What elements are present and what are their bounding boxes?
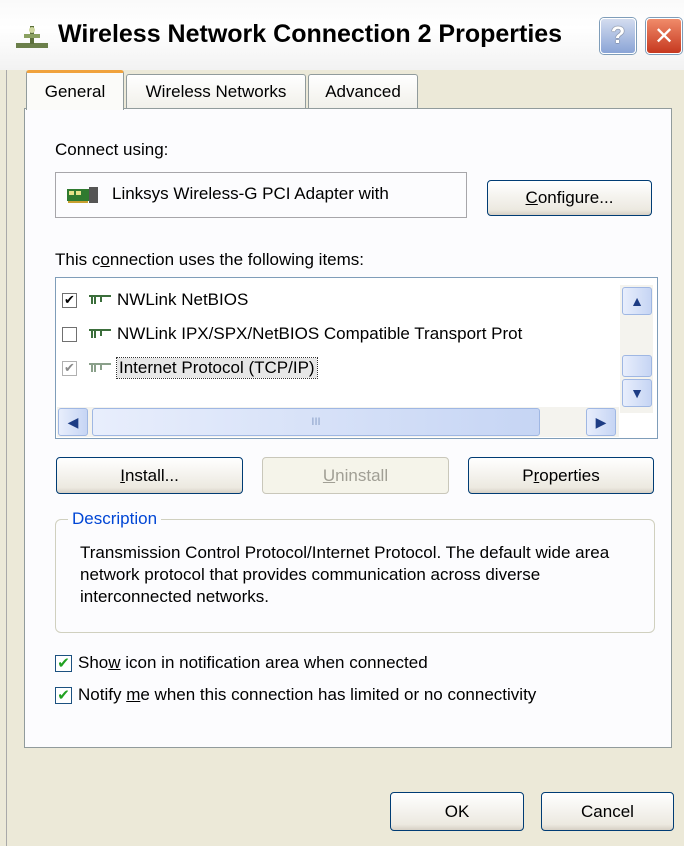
description-legend: Description: [68, 509, 162, 529]
configure-label-hotkey: C: [525, 188, 538, 207]
chevron-right-icon: ▶: [595, 413, 607, 430]
network-protocol-icon: [89, 329, 111, 338]
list-item[interactable]: ✔ NWLink NetBIOS: [62, 286, 248, 314]
properties-label-post: operties: [539, 465, 600, 485]
ok-button[interactable]: OK: [390, 792, 524, 831]
tab-wireless-networks[interactable]: Wireless Networks: [126, 74, 306, 108]
tab-general-label: General: [44, 81, 106, 101]
show-icon-label-post: icon in notification area when connected: [120, 653, 428, 672]
items-label-post: nnection uses the following items:: [109, 250, 365, 269]
network-adapter-icon: [67, 187, 98, 203]
item-checkbox[interactable]: ✔: [62, 360, 77, 376]
notify-label: Notify me when this connection has limit…: [78, 685, 536, 705]
horizontal-scroll-thumb[interactable]: III: [92, 408, 540, 436]
tab-advanced[interactable]: Advanced: [308, 74, 418, 108]
chevron-up-icon: ▲: [630, 293, 644, 309]
show-icon-checkbox[interactable]: ✔: [55, 654, 72, 672]
list-item[interactable]: ✔ Internet Protocol (TCP/IP): [62, 354, 318, 382]
item-label: NWLink IPX/SPX/NetBIOS Compatible Transp…: [117, 324, 523, 343]
notify-label-hotkey: m: [126, 685, 141, 704]
tab-wireless-networks-label: Wireless Networks: [145, 81, 287, 101]
item-checkbox[interactable]: [62, 326, 77, 342]
network-protocol-icon: [89, 363, 111, 372]
chevron-left-icon: ◀: [67, 413, 79, 430]
notify-label-post: e when this connection has limited or no…: [140, 685, 537, 704]
adapter-name: Linksys Wireless-G PCI Adapter with: [112, 184, 389, 203]
connect-using-label: Connect using:: [55, 140, 169, 159]
notify-option[interactable]: ✔ Notify me when this connection has lim…: [55, 685, 536, 705]
scroll-right-button[interactable]: ▶: [586, 408, 616, 436]
install-label-post: nstall...: [124, 465, 179, 485]
uninstall-label-post: ninstall: [335, 465, 389, 485]
window-frame-left: [0, 70, 7, 846]
items-label-hotkey: o: [100, 250, 110, 269]
configure-label-post: onfigure...: [537, 188, 614, 207]
uninstall-button[interactable]: Uninstall: [262, 457, 449, 494]
help-button[interactable]: ?: [600, 18, 636, 54]
show-icon-label-pre: Sho: [78, 653, 109, 672]
show-icon-option[interactable]: ✔ Show icon in notification area when co…: [55, 653, 428, 673]
configure-button[interactable]: Configure...: [487, 180, 652, 216]
notify-checkbox[interactable]: ✔: [55, 686, 72, 704]
list-item[interactable]: NWLink IPX/SPX/NetBIOS Compatible Transp…: [62, 320, 601, 348]
chevron-down-icon: ▼: [630, 385, 644, 401]
properties-button[interactable]: Pr operties: [468, 457, 654, 494]
grip-icon: III: [311, 416, 321, 428]
title-bar[interactable]: Wireless Network Connection 2 Properties…: [0, 0, 684, 70]
items-label-pre: This c: [55, 250, 101, 269]
close-button[interactable]: ✕: [646, 18, 682, 54]
show-icon-label: Show icon in notification area when conn…: [78, 653, 428, 673]
uninstall-label-hotkey: U: [322, 465, 336, 485]
window-title: Wireless Network Connection 2 Properties: [58, 20, 563, 48]
properties-label-pre: P: [522, 465, 534, 485]
network-connection-icon: [16, 26, 48, 48]
item-label: NWLink NetBIOS: [117, 290, 249, 309]
vertical-scroll-thumb[interactable]: [622, 355, 652, 377]
network-protocol-icon: [89, 295, 111, 304]
close-icon: ✕: [653, 22, 675, 50]
items-label: This connection uses the following items…: [55, 250, 364, 270]
tab-advanced-label: Advanced: [325, 81, 401, 101]
show-icon-label-hotkey: w: [108, 653, 121, 672]
description-text: Transmission Control Protocol/Internet P…: [80, 543, 610, 606]
scroll-down-button[interactable]: ▼: [622, 379, 652, 407]
notify-label-pre: Notify: [78, 685, 127, 704]
item-label: Internet Protocol (TCP/IP): [116, 357, 318, 379]
item-checkbox[interactable]: ✔: [62, 292, 77, 308]
scroll-up-button[interactable]: ▲: [622, 287, 652, 315]
cancel-button[interactable]: Cancel: [541, 792, 674, 831]
scroll-left-button[interactable]: ◀: [58, 408, 88, 436]
help-icon: ?: [610, 22, 626, 49]
install-button[interactable]: Install...: [56, 457, 243, 494]
tab-general[interactable]: General: [26, 70, 124, 110]
